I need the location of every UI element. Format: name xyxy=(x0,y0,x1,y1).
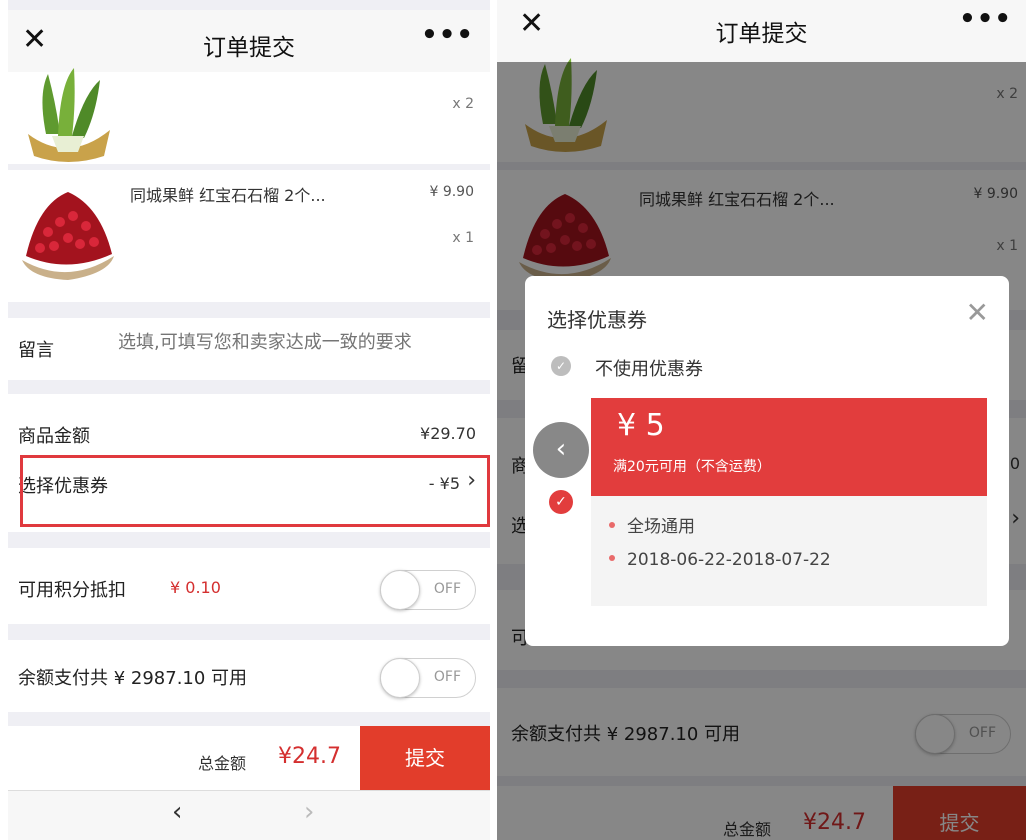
coupon-card[interactable]: ¥ 5 满20元可用（不含运费） 全场通用 2018-06-22-2018-07… xyxy=(591,398,987,606)
selected-check-icon[interactable]: ✓ xyxy=(549,490,573,514)
list-item[interactable]: 同城果鲜 红宝石石榴 2个... ¥ 9.90 x 1 xyxy=(8,170,490,302)
message-label: 留言 xyxy=(18,340,54,361)
bok-choy-image xyxy=(28,68,110,162)
order-screen-left: ✕ 订单提交 ••• x 2 同城果鲜 红宝石石榴 2个... ¥ 9.90 x… xyxy=(8,0,490,840)
item-quantity: x 1 xyxy=(452,230,474,246)
forward-icon[interactable]: › xyxy=(304,797,314,827)
coupon-highlight-annotation xyxy=(20,455,490,527)
item-name: 同城果鲜 红宝石石榴 2个... xyxy=(130,186,326,205)
submit-button[interactable]: 提交 xyxy=(360,726,490,790)
balance-row: 余额支付共 ¥ 2987.10 可用 OFF xyxy=(8,640,490,712)
more-options-icon[interactable]: ••• xyxy=(959,4,1012,34)
goods-amount-value: ¥29.70 xyxy=(420,424,476,443)
more-options-icon[interactable]: ••• xyxy=(421,20,474,50)
toggle-knob xyxy=(380,658,420,698)
toggle-knob xyxy=(380,570,420,610)
message-row: 留言 xyxy=(8,318,490,380)
toggle-state-label: OFF xyxy=(433,581,461,597)
list-item[interactable]: x 2 xyxy=(8,68,490,164)
bullet-icon xyxy=(609,555,615,561)
browser-nav-bar: ‹ › xyxy=(8,790,490,840)
close-icon[interactable]: ✕ xyxy=(966,296,989,329)
back-icon[interactable]: ‹ xyxy=(172,797,182,827)
coupon-condition: 满20元可用（不含运费） xyxy=(613,459,771,475)
points-row: 可用积分抵扣 ¥ 0.10 OFF xyxy=(8,548,490,624)
points-label: 可用积分抵扣 xyxy=(18,580,126,601)
dialog-title: 选择优惠券 xyxy=(547,308,647,332)
points-toggle[interactable]: OFF xyxy=(380,570,476,610)
coupon-validity-text: 2018-06-22-2018-07-22 xyxy=(627,550,831,570)
balance-toggle[interactable]: OFF xyxy=(380,658,476,698)
checkout-bar: 总金额 ¥24.7 提交 xyxy=(8,726,490,790)
goods-amount-label: 商品金额 xyxy=(18,426,90,447)
no-coupon-option[interactable]: 不使用优惠券 xyxy=(595,355,703,381)
checkmark-icon[interactable]: ✓ xyxy=(551,356,571,376)
item-price: ¥ 9.90 xyxy=(429,184,474,200)
coupon-header: ¥ 5 满20元可用（不含运费） xyxy=(591,398,987,496)
page-title: 订单提交 xyxy=(203,35,295,61)
pomegranate-image xyxy=(22,192,114,280)
item-quantity: x 2 xyxy=(452,96,474,112)
page-title: 订单提交 xyxy=(715,21,808,47)
bullet-icon xyxy=(609,522,615,528)
top-bar: ✕ 订单提交 ••• xyxy=(8,10,490,72)
coupon-detail-scope: 全场通用 xyxy=(609,512,695,537)
coupon-dialog: 选择优惠券 ✕ ✓ 不使用优惠券 ¥ 5 满20元可用（不含运费） 全场通用 2… xyxy=(525,276,1009,646)
points-value: ¥ 0.10 xyxy=(170,578,221,597)
coupon-amount: ¥ 5 xyxy=(617,408,665,443)
balance-label: 余额支付共 ¥ 2987.10 可用 xyxy=(18,668,248,689)
coupon-detail-validity: 2018-06-22-2018-07-22 xyxy=(609,550,831,570)
top-bar: ✕ 订单提交 ••• xyxy=(497,0,1026,62)
order-screen-right: ✕ 订单提交 ••• x 2 同城果鲜 红宝石石榴 2个... ¥ 9.90 x… xyxy=(497,0,1026,840)
toggle-state-label: OFF xyxy=(433,669,461,685)
coupon-scope-text: 全场通用 xyxy=(627,517,695,537)
total-value: ¥24.7 xyxy=(278,744,341,769)
previous-coupon-button[interactable]: ‹ xyxy=(533,422,589,478)
total-label: 总金额 xyxy=(198,754,247,773)
message-input[interactable] xyxy=(118,332,480,353)
